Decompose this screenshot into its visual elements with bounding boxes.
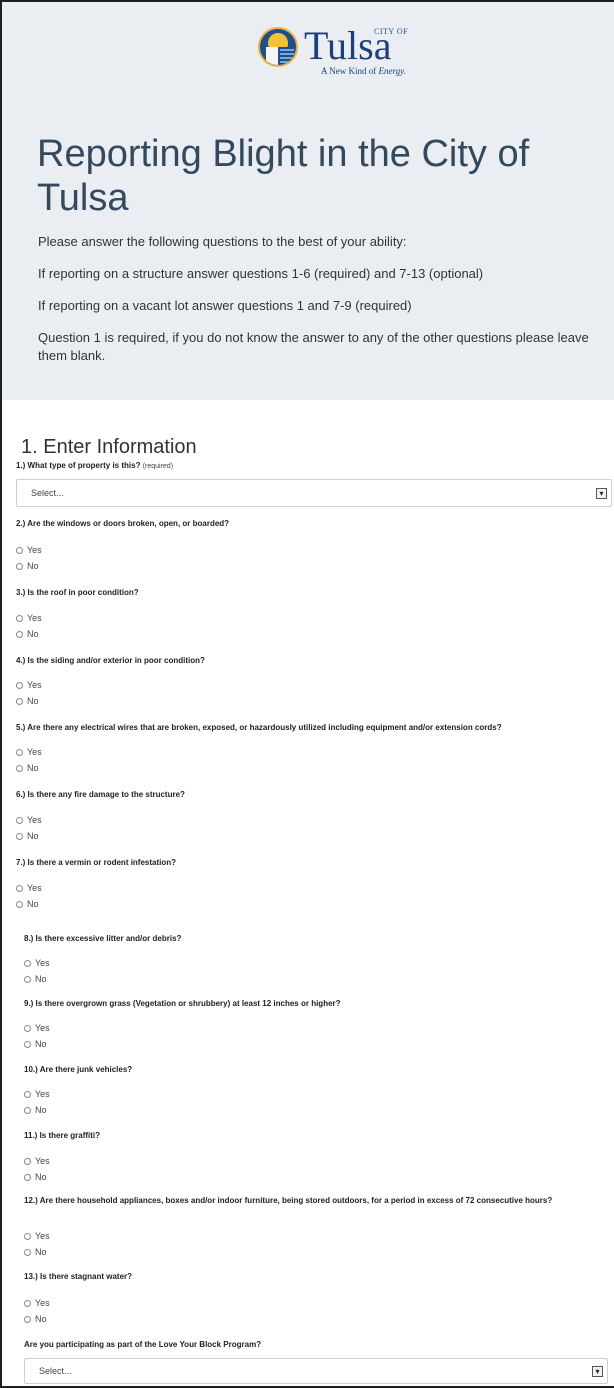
property-type-select[interactable]: Select... ▾ [16, 479, 612, 507]
question-3-label: 3.) Is the roof in poor condition? [16, 588, 139, 597]
radio-icon[interactable] [24, 959, 31, 967]
radio-icon[interactable] [16, 884, 23, 892]
question-2-no[interactable]: No [16, 561, 39, 571]
radio-icon[interactable] [16, 562, 23, 570]
question-11-yes[interactable]: Yes [24, 1156, 50, 1166]
radio-icon[interactable] [24, 1299, 31, 1307]
question-5-label: 5.) Are there any electrical wires that … [16, 723, 502, 732]
intro-line: Please answer the following questions to… [38, 234, 407, 249]
question-10-yes[interactable]: Yes [24, 1089, 50, 1099]
question-6-label: 6.) Is there any fire damage to the stru… [16, 790, 185, 799]
question-6-yes[interactable]: Yes [16, 815, 42, 825]
chevron-down-icon[interactable]: ▾ [592, 1366, 603, 1377]
question-10-no[interactable]: No [24, 1105, 47, 1115]
question-6-no[interactable]: No [16, 831, 39, 841]
question-10-label: 10.) Are there junk vehicles? [24, 1065, 133, 1074]
question-8-no[interactable]: No [24, 974, 47, 984]
question-7-yes[interactable]: Yes [16, 883, 42, 893]
question-11-label: 11.) Is there graffiti? [24, 1131, 101, 1140]
logo-wordmark: Tulsa [304, 23, 392, 68]
intro-line: If reporting on a vacant lot answer ques… [38, 298, 412, 313]
property-type-select-value: Select... [31, 488, 64, 498]
question-1-label: 1.) What type of property is this? (requ… [16, 461, 174, 470]
city-seal-icon [258, 27, 298, 67]
question-12-no[interactable]: No [24, 1247, 47, 1257]
intro-line: If reporting on a structure answer quest… [38, 266, 484, 281]
radio-icon[interactable] [16, 614, 23, 622]
question-3-yes[interactable]: Yes [16, 613, 42, 623]
radio-icon[interactable] [16, 748, 23, 756]
radio-icon[interactable] [24, 975, 31, 983]
page-header: CITY OF Tulsa A New Kind of Energy. Repo… [2, 2, 614, 400]
question-13-yes[interactable]: Yes [24, 1298, 50, 1308]
radio-icon[interactable] [24, 1315, 31, 1323]
question-7-no[interactable]: No [16, 899, 39, 909]
logo-tagline: A New Kind of Energy. [321, 66, 406, 76]
radio-icon[interactable] [24, 1157, 31, 1165]
question-8-yes[interactable]: Yes [24, 958, 50, 968]
radio-icon[interactable] [24, 1090, 31, 1098]
question-13-no[interactable]: No [24, 1314, 47, 1324]
radio-icon[interactable] [24, 1248, 31, 1256]
radio-icon[interactable] [16, 697, 23, 705]
question-12-yes[interactable]: Yes [24, 1231, 50, 1241]
page-title: Reporting Blight in the City of Tulsa [37, 133, 530, 219]
intro-text: Please answer the following questions to… [38, 233, 598, 379]
radio-icon[interactable] [24, 1024, 31, 1032]
question-7-label: 7.) Is there a vermin or rodent infestat… [16, 858, 177, 867]
radio-icon[interactable] [16, 681, 23, 689]
love-your-block-select[interactable]: Select... ▾ [24, 1358, 608, 1384]
radio-icon[interactable] [24, 1040, 31, 1048]
intro-line: Question 1 is required, if you do not kn… [38, 330, 589, 363]
question-11-no[interactable]: No [24, 1172, 47, 1182]
radio-icon[interactable] [24, 1173, 31, 1181]
question-4-yes[interactable]: Yes [16, 680, 42, 690]
question-9-label: 9.) Is there overgrown grass (Vegetation… [24, 999, 341, 1008]
love-your-block-select-value: Select... [39, 1366, 72, 1376]
question-8-label: 8.) Is there excessive litter and/or deb… [24, 934, 182, 943]
question-12-label: 12.) Are there household appliances, box… [24, 1196, 553, 1205]
question-9-yes[interactable]: Yes [24, 1023, 50, 1033]
question-2-label: 2.) Are the windows or doors broken, ope… [16, 519, 230, 528]
city-of-tulsa-logo: CITY OF Tulsa A New Kind of Energy. [258, 24, 418, 86]
section-title: 1. Enter Information [21, 436, 197, 458]
question-5-yes[interactable]: Yes [16, 747, 42, 757]
radio-icon[interactable] [16, 764, 23, 772]
chevron-down-icon[interactable]: ▾ [596, 488, 607, 499]
radio-icon[interactable] [16, 900, 23, 908]
radio-icon[interactable] [24, 1232, 31, 1240]
radio-icon[interactable] [24, 1106, 31, 1114]
question-5-no[interactable]: No [16, 763, 39, 773]
question-2-yes[interactable]: Yes [16, 545, 42, 555]
question-13-label: 13.) Is there stagnant water? [24, 1272, 133, 1281]
radio-icon[interactable] [16, 816, 23, 824]
radio-icon[interactable] [16, 630, 23, 638]
question-3-no[interactable]: No [16, 629, 39, 639]
love-your-block-label: Are you participating as part of the Lov… [24, 1340, 262, 1349]
radio-icon[interactable] [16, 546, 23, 554]
question-9-no[interactable]: No [24, 1039, 47, 1049]
radio-icon[interactable] [16, 832, 23, 840]
question-4-no[interactable]: No [16, 696, 39, 706]
blight-report-page: CITY OF Tulsa A New Kind of Energy. Repo… [0, 0, 614, 1388]
question-4-label: 4.) Is the siding and/or exterior in poo… [16, 656, 205, 665]
